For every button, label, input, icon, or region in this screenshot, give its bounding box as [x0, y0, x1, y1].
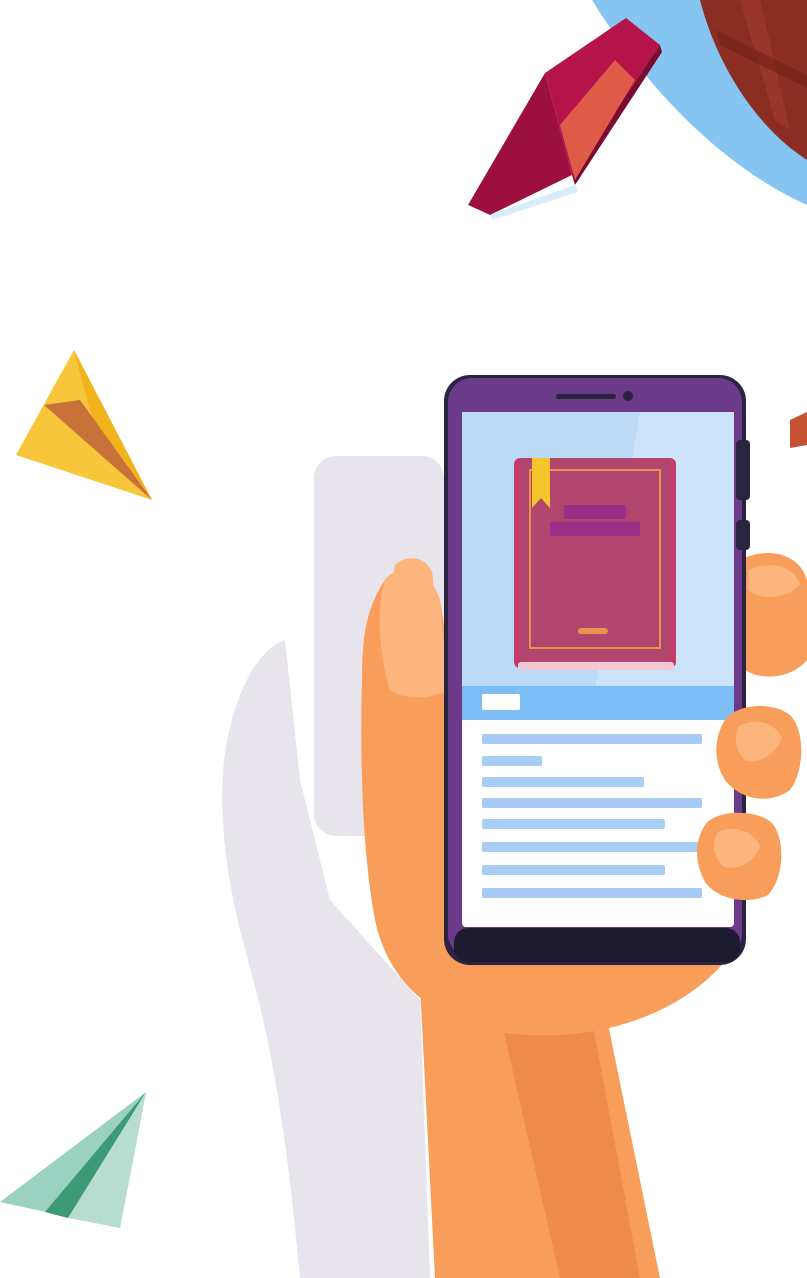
- ebook-reading-illustration: [0, 0, 807, 1278]
- green-paper-plane-icon: [0, 1092, 146, 1228]
- ebook-cover: [514, 458, 676, 670]
- flying-book-icon: [468, 18, 662, 220]
- yellow-paper-plane-icon: [16, 350, 152, 500]
- decorative-shape: [790, 412, 807, 448]
